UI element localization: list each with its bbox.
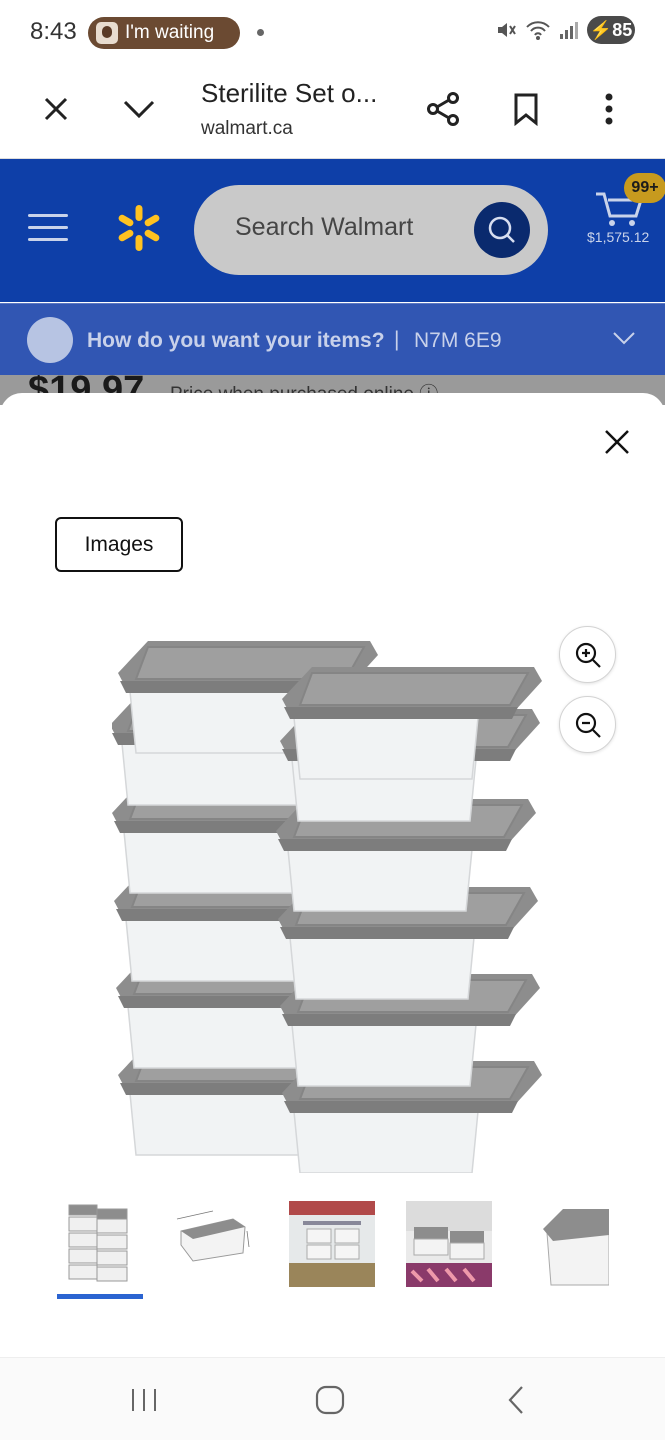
image-viewer-modal: Images: [0, 393, 665, 1357]
home-icon: [315, 1385, 345, 1415]
thumbnail-closet-shelf[interactable]: [289, 1201, 375, 1287]
browser-toolbar: Sterilite Set o... walmart.ca: [0, 64, 665, 159]
recents-button[interactable]: [124, 1380, 164, 1420]
android-nav-bar: [0, 1357, 665, 1440]
status-bar: 8:43 I'm waiting ⚡ 85: [0, 0, 665, 64]
close-tab-button[interactable]: [33, 86, 79, 132]
chevron-down-icon: [613, 332, 635, 345]
notification-pill[interactable]: I'm waiting: [88, 17, 240, 49]
right-stack: [275, 666, 542, 1173]
delivery-bar[interactable]: How do you want your items? | N7M 6E9: [0, 303, 665, 375]
system-icons: ⚡ 85: [495, 16, 635, 44]
walmart-header: 99+ $1,575.12: [0, 159, 665, 302]
notification-dot: [257, 29, 264, 36]
search-input[interactable]: [235, 213, 465, 242]
close-modal-button[interactable]: [596, 421, 638, 463]
search-button[interactable]: [474, 202, 530, 258]
bookmark-icon: [514, 93, 538, 126]
postal-code: N7M 6E9: [414, 329, 502, 352]
app-icon: [96, 22, 118, 44]
zoom-in-icon: [575, 642, 601, 668]
thumbnail-stacked-containers[interactable]: [57, 1201, 143, 1287]
page-url: walmart.ca: [201, 118, 293, 139]
share-button[interactable]: [420, 86, 466, 132]
signal-icon: [560, 22, 578, 39]
page-title: Sterilite Set o...: [201, 78, 378, 108]
close-icon: [44, 97, 68, 121]
thumbnail-container-dimensions[interactable]: [173, 1201, 259, 1287]
thumbnail-single-container[interactable]: [523, 1201, 609, 1287]
more-vert-icon: [605, 93, 613, 125]
cart-count-badge: 99+: [624, 173, 665, 203]
chevron-down-icon: [123, 100, 155, 119]
notification-text: I'm waiting: [125, 22, 215, 43]
product-image-stacked-containers: [112, 640, 542, 1173]
more-menu-button[interactable]: [586, 86, 632, 132]
delivery-prompt: How do you want your items?: [87, 329, 385, 352]
status-time: 8:43: [30, 18, 77, 45]
mute-icon: [498, 23, 516, 37]
zoom-out-button[interactable]: [559, 696, 616, 753]
recents-icon: [132, 1389, 156, 1411]
battery-indicator: ⚡ 85: [587, 16, 635, 44]
walmart-spark-logo[interactable]: [114, 203, 164, 253]
cart-total[interactable]: $1,575.12: [587, 229, 649, 245]
back-icon: [508, 1386, 523, 1414]
home-button[interactable]: [310, 1380, 350, 1420]
wifi-icon: [526, 21, 550, 40]
delivery-separator: |: [394, 328, 400, 351]
images-tab[interactable]: Images: [55, 517, 183, 572]
thumbnail-strip: [0, 1201, 665, 1311]
thumbnail-shoe-storage[interactable]: [406, 1201, 492, 1287]
bookmark-button[interactable]: [503, 86, 549, 132]
close-icon: [605, 430, 629, 454]
zoom-out-icon: [575, 712, 601, 738]
search-bar: [194, 185, 548, 275]
minimize-button[interactable]: [116, 86, 162, 132]
selected-thumbnail-indicator: [57, 1294, 143, 1299]
delivery-icon: [27, 317, 73, 363]
search-icon: [488, 216, 515, 243]
back-button[interactable]: [496, 1380, 536, 1420]
share-icon: [427, 92, 459, 126]
menu-icon[interactable]: [28, 214, 68, 244]
zoom-in-button[interactable]: [559, 626, 616, 683]
